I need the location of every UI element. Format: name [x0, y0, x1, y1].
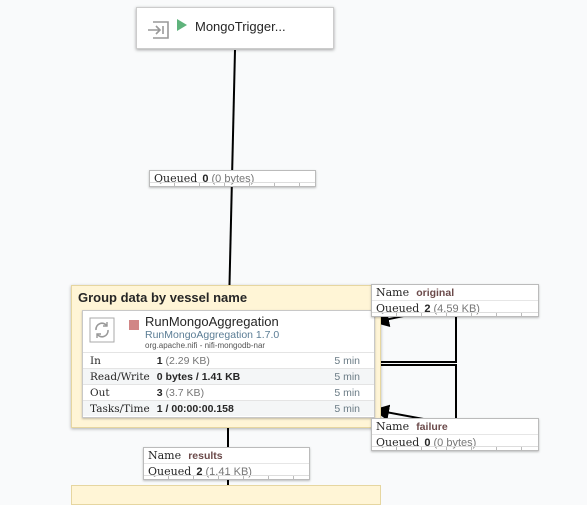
input-port-name: MongoTrigger... — [195, 19, 286, 34]
stat-extra: (2.29 KB) — [165, 354, 210, 367]
queue-bar — [372, 312, 538, 316]
queue-bar — [150, 182, 315, 186]
stat-key: Tasks/Time — [83, 400, 150, 416]
stat-value: 0 bytes / 1.41 KB — [156, 370, 241, 383]
stat-time: 5 min — [297, 384, 374, 401]
connection-name: original — [416, 287, 455, 299]
stat-row-in: In 1 (2.29 KB) 5 min — [83, 352, 374, 369]
process-group-partial[interactable] — [71, 485, 381, 505]
processor-stats: In 1 (2.29 KB) 5 min Read/Write 0 bytes … — [83, 352, 374, 416]
connection-name: results — [188, 450, 223, 462]
stat-row-readwrite: Read/Write 0 bytes / 1.41 KB 5 min — [83, 368, 374, 385]
stat-key: In — [83, 352, 150, 369]
processor-name: RunMongoAggregation — [145, 314, 279, 329]
input-port-mongotrigger[interactable]: MongoTrigger... — [136, 7, 334, 49]
stat-extra: (3.7 KB) — [165, 386, 205, 399]
connection-name: failure — [416, 421, 448, 433]
input-port-icon — [148, 21, 169, 39]
stat-time: 5 min — [297, 352, 374, 369]
stat-value: 3 — [156, 386, 163, 399]
stat-time: 5 min — [297, 368, 374, 385]
stat-value: 1 — [156, 354, 163, 367]
queue-bar — [144, 475, 309, 479]
connection-line-failure — [373, 364, 457, 427]
name-label: Name — [376, 420, 410, 433]
stat-time: 5 min — [297, 400, 374, 416]
connection-label-failure[interactable]: Name failure Queued 0 (0 bytes) — [371, 418, 539, 451]
connection-label-original[interactable]: Name original Queued 2 (4.59 KB) — [371, 284, 539, 317]
stat-value: 1 / 00:00:00.158 — [156, 402, 234, 415]
process-group-title: Group data by vessel name — [78, 290, 248, 305]
processor-runmongoaggregation[interactable]: RunMongoAggregation RunMongoAggregation … — [82, 310, 375, 418]
stat-key: Out — [83, 384, 150, 401]
processor-icon — [89, 317, 115, 343]
connection-label-results[interactable]: Name results Queued 2 (1.41 KB) — [143, 447, 310, 480]
flow-canvas[interactable]: MongoTrigger... Queued 0 (0 bytes) Group… — [0, 0, 587, 505]
connection-label-trigger[interactable]: Queued 0 (0 bytes) — [149, 170, 316, 187]
stat-key: Read/Write — [83, 368, 150, 385]
processor-bundle: org.apache.nifi - nifi-mongodb-nar — [145, 341, 266, 350]
stat-row-tasks: Tasks/Time 1 / 00:00:00.158 5 min — [83, 400, 374, 416]
name-label: Name — [376, 286, 410, 299]
stop-icon — [129, 320, 139, 330]
name-label: Name — [148, 449, 182, 462]
stat-row-out: Out 3 (3.7 KB) 5 min — [83, 384, 374, 401]
queue-bar — [372, 446, 538, 450]
play-icon — [177, 19, 187, 31]
processor-type: RunMongoAggregation 1.7.0 — [145, 329, 280, 341]
